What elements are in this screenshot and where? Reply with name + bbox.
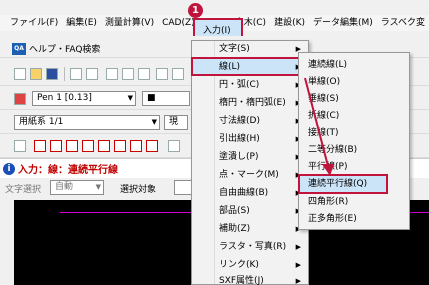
pen-select[interactable]: Pen 1 [0.13] ▼ [32, 91, 136, 106]
parallel-tool-icon[interactable] [66, 140, 78, 152]
menu-item-sxf[interactable]: SXF属性(J) ▶ [191, 272, 309, 285]
paper-select-value: 用紙系 1/1 [19, 117, 64, 127]
menu-item-label: 引出線(H) [219, 134, 260, 144]
text-select-value: 自動 [55, 182, 74, 192]
menu-item-circle-arc[interactable]: 円・弧(C)▶ [191, 76, 309, 94]
menu-item-label: 線(L) [219, 62, 241, 72]
current-layer-value: 現 [169, 117, 179, 127]
submenu-item-label: 正多角形(E) [308, 214, 357, 224]
menu-item-leader[interactable]: 引出線(H)▶ [191, 130, 309, 148]
line-type-select[interactable]: ■ [142, 91, 190, 106]
paste-icon[interactable] [138, 68, 150, 80]
save-icon[interactable] [46, 68, 58, 80]
menu-item-label: 点・マーク(M) [219, 170, 279, 180]
menu-item-label: 円・弧(C) [219, 80, 260, 90]
target-label: 選択対象 [120, 184, 157, 195]
menu-item-line[interactable]: 線(L)▶ [191, 58, 309, 76]
menu-file[interactable]: ファイル(F) [6, 15, 62, 31]
line-tool-icon[interactable] [34, 140, 46, 152]
submenu-item-label: 連続線(L) [308, 60, 348, 70]
pen-select-value: Pen 1 [0.13] [37, 93, 92, 103]
menu-input-label: 入力(I) [203, 26, 231, 36]
copy-icon[interactable] [122, 68, 134, 80]
text-select-label: 文字選択 [5, 184, 42, 195]
left-panel [0, 200, 14, 285]
arc-tool-icon[interactable] [82, 140, 94, 152]
new-file-icon[interactable] [14, 68, 26, 80]
menu-item-point-mark[interactable]: 点・マーク(M)▶ [191, 166, 309, 184]
menu-item-label: 塗潰し(P) [219, 152, 259, 162]
menu-edit[interactable]: 編集(E) [62, 15, 101, 31]
info-icon: i [3, 162, 15, 175]
preview-icon[interactable] [86, 68, 98, 80]
menu-item-free-curve[interactable]: 自由曲線(B)▶ [191, 184, 309, 202]
menu-item-label: ラスタ・写真(R) [219, 242, 287, 252]
undo-icon[interactable] [156, 68, 168, 80]
menu-item-label: 補助(Z) [219, 224, 251, 234]
cut-icon[interactable] [106, 68, 118, 80]
menu-item-auxiliary[interactable]: 補助(Z)▶ [191, 220, 309, 238]
faq-label: ヘルプ・FAQ検索 [29, 45, 101, 55]
paper-select[interactable]: 用紙系 1/1 ▼ [14, 115, 160, 130]
faq-icon: QA [12, 42, 26, 55]
menu-item-fill[interactable]: 塗潰し(P)▶ [191, 148, 309, 166]
menu-item-label: 自由曲線(B) [219, 188, 269, 198]
app-window: ファイル(F) 編集(E) 測量計算(V) CAD(Z) 土木(C) 建設(K)… [0, 0, 429, 285]
layer-icon[interactable] [14, 93, 26, 105]
redo-icon[interactable] [172, 68, 184, 80]
menu-raster-vector[interactable]: ラスベク変 [377, 15, 429, 31]
faq-search[interactable]: QA ヘルプ・FAQ検索 [12, 42, 100, 55]
chevron-down-icon: ▼ [95, 183, 101, 191]
menu-item-ellipse[interactable]: 楕円・楕円弧(E)▶ [191, 94, 309, 112]
dimension-tool-icon[interactable] [130, 140, 142, 152]
text-select-dropdown[interactable]: 自動 ▼ [50, 180, 104, 195]
menu-item-raster[interactable]: ラスタ・写真(R) ▶ [191, 238, 309, 256]
menu-item-label: 部品(S) [219, 206, 250, 216]
submenu-arrow-icon: ▶ [295, 243, 301, 251]
open-folder-icon[interactable] [30, 68, 42, 80]
leader-tool-icon[interactable] [146, 140, 158, 152]
menu-item-text[interactable]: 文字(S) ▶ [191, 40, 309, 58]
polyline-tool-icon[interactable] [50, 140, 62, 152]
callout-arrow-icon [304, 78, 334, 176]
menu-construction[interactable]: 建設(K) [270, 15, 309, 31]
submenu-item-rectangle[interactable]: 四角形(R) [298, 193, 410, 211]
status-text: 入力：線：連続平行線 [18, 165, 118, 176]
submenu-item-polygon[interactable]: 正多角形(E) [298, 210, 410, 228]
menu-item-dimension[interactable]: 寸法線(D)▶ [191, 112, 309, 130]
chevron-down-icon: ▼ [151, 118, 157, 126]
menu-survey-calc[interactable]: 測量計算(V) [101, 15, 158, 31]
menu-item-label: 寸法線(D) [219, 116, 260, 126]
submenu-item-label: 四角形(R) [308, 197, 349, 207]
mark-tool-icon[interactable] [114, 140, 126, 152]
menu-item-label: 楕円・楕円弧(E) [219, 98, 286, 108]
print-icon[interactable] [70, 68, 82, 80]
submenu-arrow-icon: ▶ [295, 277, 301, 285]
menu-data-edit[interactable]: データ編集(M) [309, 15, 377, 31]
step-badge: 1 [188, 3, 203, 18]
line-type-value: ■ [147, 93, 156, 103]
submenu-item-continuous-line[interactable]: 連続線(L) [298, 56, 410, 74]
current-layer-select[interactable]: 現 [164, 115, 188, 130]
input-menu-items: 文字(S)▶ 線(L)▶ 円・弧(C)▶ 楕円・楕円弧(E)▶ 寸法線(D)▶ … [191, 40, 309, 285]
menu-item-label: 文字(S) [219, 44, 250, 54]
toolbar-separator [64, 67, 65, 81]
text-tool-icon[interactable] [168, 140, 180, 152]
select-tool-icon[interactable] [14, 140, 26, 152]
chevron-down-icon: ▼ [127, 94, 133, 102]
menu-item-parts[interactable]: 部品(S)▶ [191, 202, 309, 220]
menu-item-label: SXF属性(J) [219, 276, 264, 285]
shape-tool-icon[interactable] [98, 140, 110, 152]
